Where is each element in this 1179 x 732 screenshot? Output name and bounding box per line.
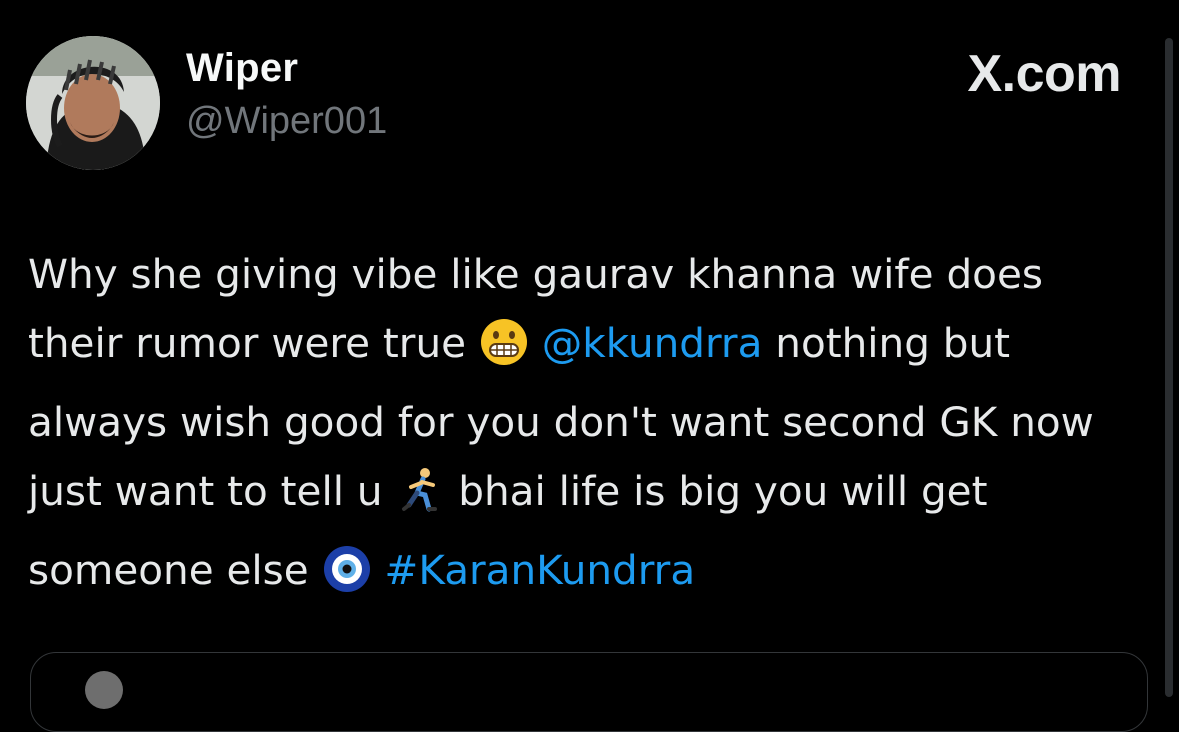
person-running-icon — [395, 465, 445, 536]
x-brand-watermark: X.com — [967, 45, 1121, 103]
author-handle[interactable]: @Wiper001 — [186, 100, 387, 143]
grimacing-face-icon — [479, 317, 529, 388]
hashtag-link[interactable]: #KaranKundrra — [384, 546, 695, 594]
author-display-name[interactable]: Wiper — [186, 46, 298, 91]
quoted-post-card[interactable] — [30, 652, 1148, 732]
scrollbar[interactable] — [1165, 38, 1173, 697]
avatar-photo-icon — [26, 36, 160, 170]
author-avatar[interactable] — [26, 36, 160, 170]
nazar-amulet-icon — [322, 544, 372, 615]
post-screenshot: Wiper @Wiper001 X.com Why she giving vib… — [0, 0, 1179, 732]
post-body-text: Why she giving vibe like gaurav khanna w… — [28, 240, 1148, 615]
quoted-author-avatar[interactable] — [85, 671, 123, 709]
mention-link[interactable]: @kkundrra — [542, 319, 763, 367]
